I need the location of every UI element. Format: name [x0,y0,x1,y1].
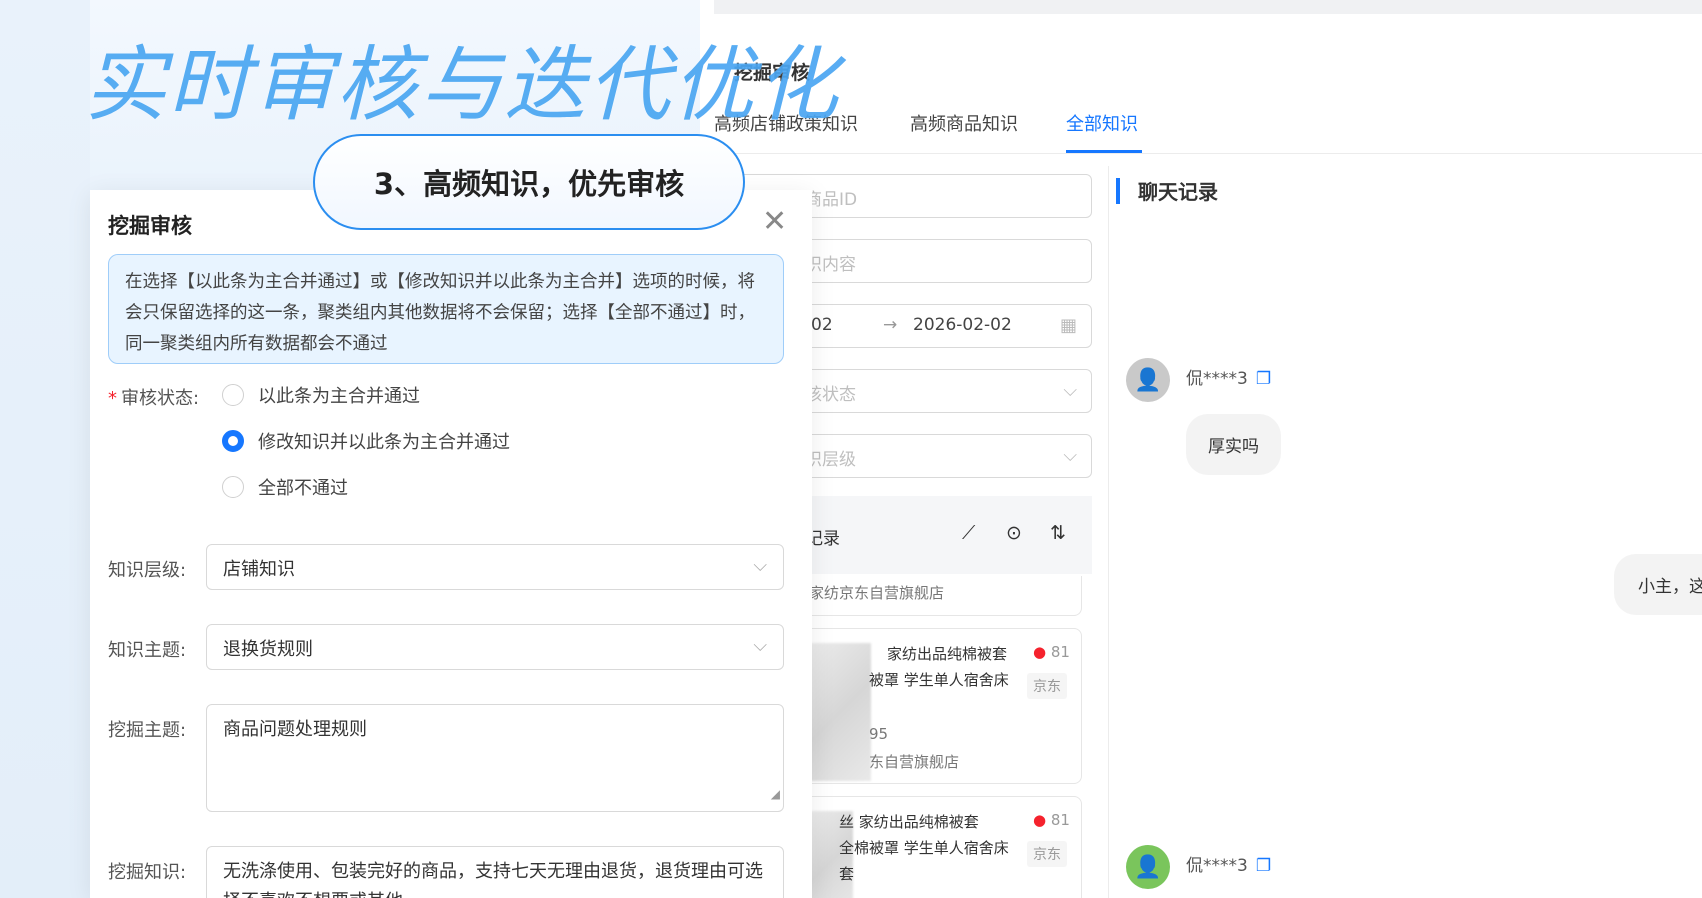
resize-handle-icon[interactable]: ◢ [771,779,780,809]
chat-title: 聊天记录 [1138,180,1218,204]
notice-alert: 在选择【以此条为主合并通过】或【修改知识并以此条为主合并】选项的时候，将会只保留… [108,254,784,364]
hero-title: 实时审核与迭代优化 [84,38,840,133]
calendar-icon: ▦ [1059,315,1077,336]
chevron-down-icon: ⌵ [753,555,767,576]
close-icon[interactable]: ✕ [762,204,787,239]
topic-label: 知识主题: [108,640,187,661]
status-option-merge-pass[interactable]: 以此条为主合并通过 [222,382,420,408]
hot-count: ● 81 [1033,643,1070,661]
sort-icon[interactable]: ⇅ [1050,522,1066,544]
platform-tag: 京东 [1027,841,1067,867]
chat-user-name: 侃****3 ❐ [1186,856,1272,876]
chat-user-name: 侃****3 ❐ [1186,369,1272,389]
collapse-icon[interactable]: ⊙ [1006,522,1022,544]
callout-bubble: 3、高频知识，优先审核 [313,134,745,230]
chevron-down-icon: ⌵ [1063,445,1077,466]
product-title-line2: 全棉被罩 学生单人宿舍床 [839,839,1009,857]
date-end: 2026-02-02 [913,315,1012,335]
divider [1108,166,1109,898]
chat-message: 厚实吗 [1186,414,1281,475]
fire-icon: ● [1033,811,1047,829]
status-option-modify-merge[interactable]: 修改知识并以此条为主合并通过 [222,428,510,454]
product-title-line2: 被罩 学生单人宿舍床 [869,671,1009,689]
product-title-line3: 套 [839,865,855,883]
product-thumbnail [809,643,871,781]
chevron-down-icon: ⌵ [753,635,767,656]
user-avatar: 👤 [1126,358,1170,402]
mining-knowledge-textarea[interactable]: 无洗涤使用、包装完好的商品，支持七天无理由退货，退货理由可选择不喜欢不想要或其他 [206,846,784,898]
background-left [0,0,90,898]
product-title: 丝 家纺出品纯棉被套 [839,813,979,831]
tab-bar: 高频店铺政策知识 高频商品知识 全部知识 [714,106,1702,154]
copy-icon[interactable]: ❐ [1256,369,1271,389]
status-option-reject-all[interactable]: 全部不通过 [222,474,348,500]
mining-review-modal: 挖掘审核 ✕ 在选择【以此条为主合并通过】或【修改知识并以此条为主合并】选项的时… [90,190,812,898]
level-label: 知识层级: [108,560,187,581]
trend-icon[interactable]: ⟋ [962,522,975,544]
shop-name: 家纺京东自营旗舰店 [809,584,945,602]
chat-message-reply: 小主，这 [1614,554,1702,615]
chevron-down-icon: ⌵ [1063,380,1077,401]
user-avatar: 👤 [1126,845,1170,889]
platform-tag: 京东 [1027,673,1067,699]
date-start: 02 [811,315,833,335]
knowledge-topic-select[interactable]: 退换货规则 ⌵ [206,624,784,670]
radio-button[interactable] [222,384,244,406]
modal-title: 挖掘审核 [108,214,192,238]
product-title: 家纺出品纯棉被套 [887,645,1008,663]
radio-button[interactable] [222,476,244,498]
radio-button-checked[interactable] [222,430,244,452]
hot-count: ● 81 [1033,811,1070,829]
tab-high-freq-product[interactable]: 高频商品知识 [910,110,1018,136]
mining-knowledge-label: 挖掘知识: [108,862,187,883]
top-bar [714,0,1702,14]
fire-icon: ● [1033,643,1047,661]
shop-name: 东自营旗舰店 [869,753,960,771]
knowledge-level-select[interactable]: 店铺知识 ⌵ [206,544,784,590]
section-marker [1116,178,1120,204]
product-number: 95 [869,725,889,743]
mining-topic-label: 挖掘主题: [108,720,187,741]
mining-topic-textarea[interactable]: 商品问题处理规则 ◢ [206,704,784,812]
arrow-right-icon: → [883,315,898,335]
copy-icon[interactable]: ❐ [1256,856,1271,876]
tab-all-knowledge[interactable]: 全部知识 [1066,110,1138,136]
status-label: * 审核状态: [108,388,200,409]
